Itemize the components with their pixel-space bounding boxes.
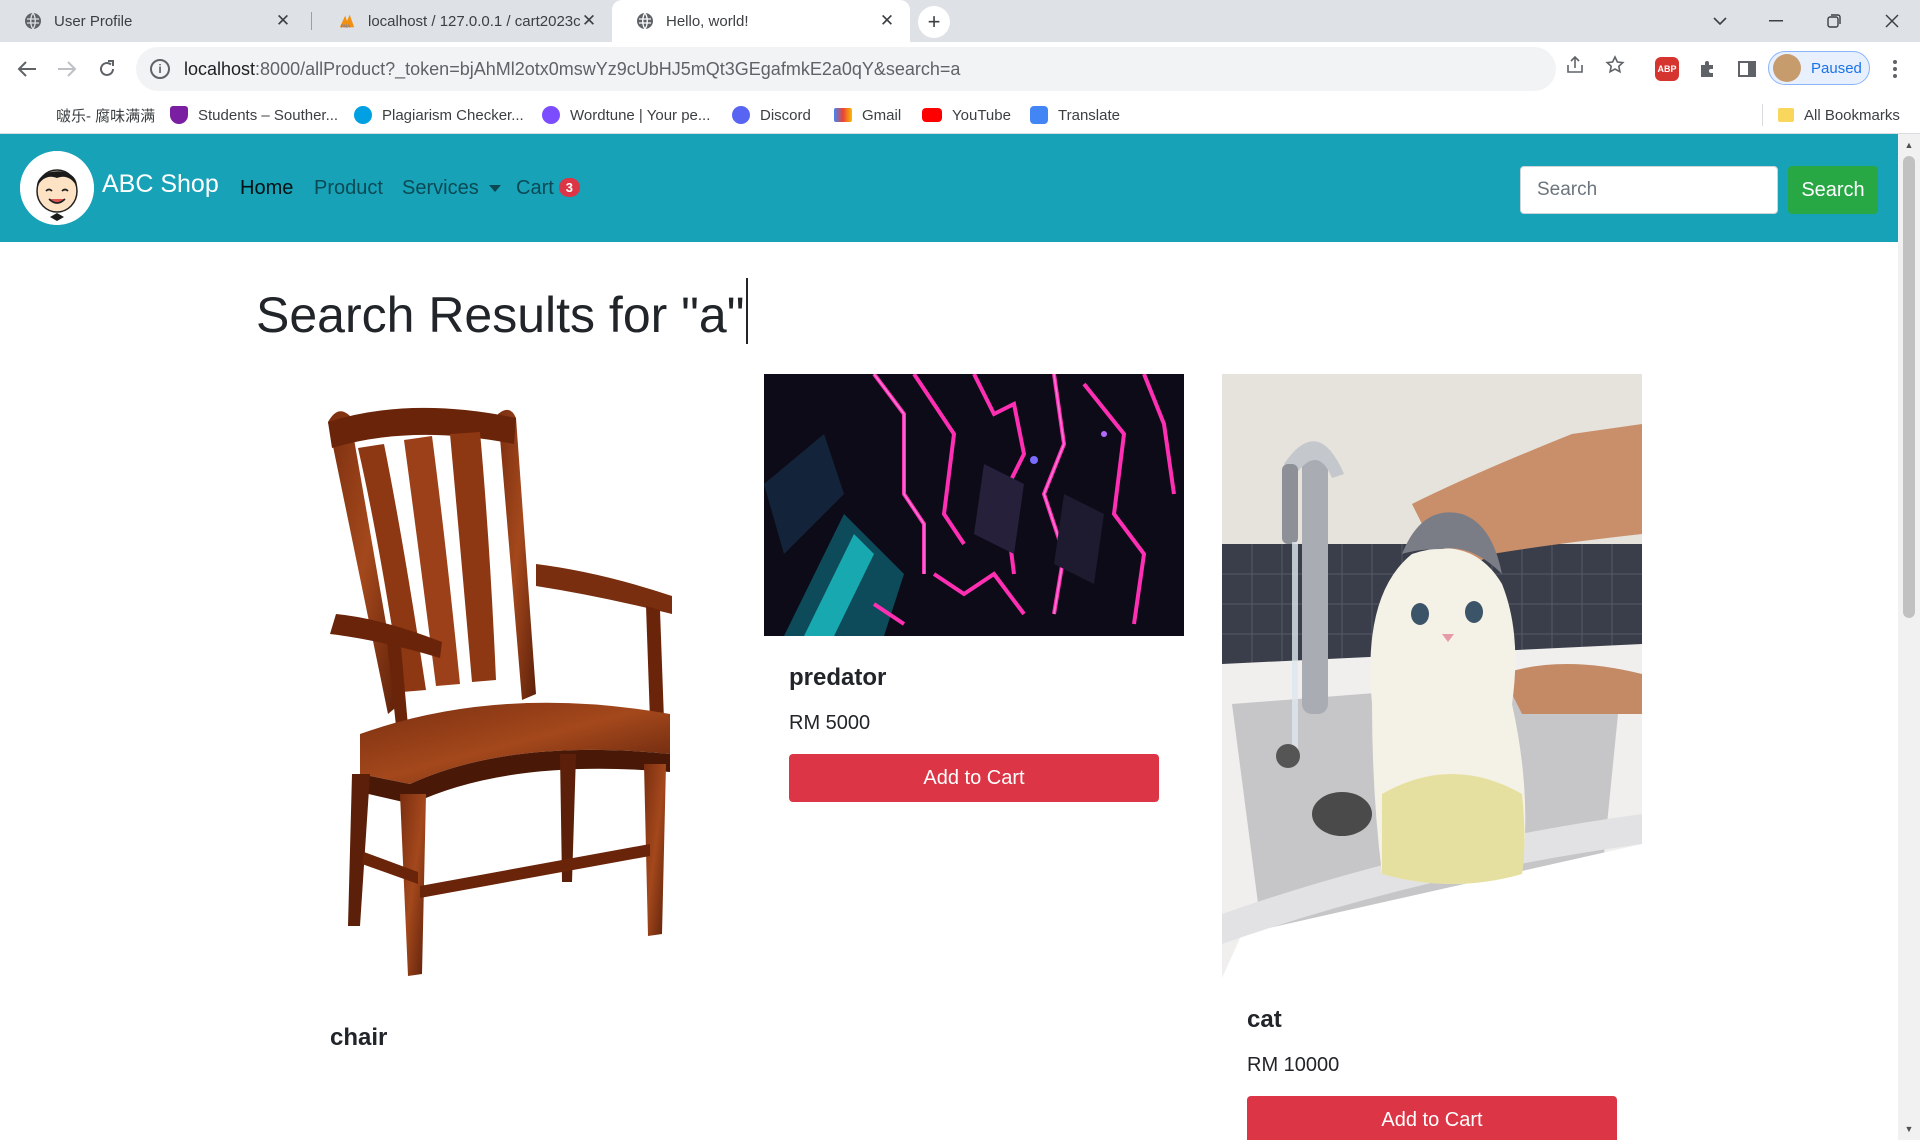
page-title: Search Results for "a" (256, 278, 749, 344)
tab-title: Hello, world! (666, 12, 749, 30)
nav-cart-label: Cart (516, 177, 554, 199)
discord-icon (732, 106, 750, 124)
adblock-plus-icon[interactable]: ABP (1654, 56, 1680, 82)
bookmark-favicon-icon (28, 106, 46, 124)
bookmark-item[interactable]: Translate (1030, 104, 1120, 126)
bookmark-item[interactable]: YouTube (922, 104, 1011, 126)
close-tab-icon[interactable]: ✕ (878, 11, 896, 31)
tab-divider (311, 12, 312, 30)
forward-arrow-icon[interactable] (50, 52, 84, 86)
youtube-icon (922, 108, 942, 122)
globe-icon (24, 12, 42, 30)
close-tab-icon[interactable]: ✕ (274, 11, 292, 31)
svg-text:PMA: PMA (341, 24, 352, 30)
university-crest-icon (170, 106, 188, 124)
product-image-chair[interactable] (300, 374, 720, 980)
add-to-cart-button[interactable]: Add to Cart (1247, 1096, 1617, 1140)
scroll-down-arrow-icon[interactable]: ▼ (1898, 1120, 1920, 1138)
close-window-icon[interactable] (1864, 0, 1920, 42)
nav-product[interactable]: Product (314, 177, 383, 200)
profile-status: Paused (1811, 59, 1862, 77)
site-navbar: ABC Shop Home Product Services Cart 3 Sea… (0, 134, 1898, 242)
cart-count-badge: 3 (558, 178, 581, 197)
bookmarks-bar: 啵乐- 腐味满满 Students – Souther... Plagiaris… (0, 96, 1920, 134)
bookmark-item[interactable]: Discord (732, 104, 811, 126)
browser-tab-strip: User Profile ✕ PMA localhost / 127.0.0.1… (0, 0, 1920, 42)
phpmyadmin-icon: PMA (338, 12, 356, 30)
google-translate-icon (1030, 106, 1048, 124)
minimize-window-icon[interactable] (1748, 0, 1804, 42)
product-image-cat[interactable] (1222, 374, 1642, 978)
brand-name[interactable]: ABC Shop (102, 170, 219, 199)
product-card-cat: cat RM 10000 Add to Cart (1222, 374, 1642, 1140)
text-cursor (746, 278, 749, 344)
nav-services-label: Services (402, 177, 479, 199)
more-menu-icon[interactable] (1882, 56, 1908, 82)
bookmark-item[interactable]: Students – Souther... (170, 104, 338, 126)
site-info-icon[interactable]: i (150, 59, 170, 79)
plagiarism-checker-icon (354, 106, 372, 124)
product-price: RM 10000 (1247, 1054, 1340, 1076)
wordtune-icon (542, 106, 560, 124)
browser-toolbar: i localhost:8000/allProduct?_token=bjAhM… (0, 42, 1920, 96)
tab-user-profile[interactable]: User Profile ✕ (0, 0, 306, 42)
plus-icon: + (927, 9, 941, 34)
product-name: cat (1247, 1006, 1282, 1033)
scroll-up-arrow-icon[interactable]: ▲ (1898, 136, 1920, 154)
gmail-icon (834, 108, 852, 122)
bookmarks-divider (1762, 104, 1763, 126)
tab-title: User Profile (54, 12, 133, 30)
caret-down-icon (488, 185, 501, 193)
avatar (1773, 54, 1801, 82)
url-text: localhost:8000/allProduct?_token=bjAhMl2… (184, 58, 961, 79)
restore-window-icon[interactable] (1806, 0, 1862, 42)
bookmark-item[interactable]: Plagiarism Checker... (354, 104, 524, 126)
bookmark-item[interactable]: Wordtune | Your pe... (542, 104, 710, 126)
product-name: chair (330, 1024, 388, 1051)
brand-logo-icon[interactable] (20, 151, 94, 225)
close-tab-icon[interactable]: ✕ (580, 11, 598, 31)
tab-hello-world[interactable]: Hello, world! ✕ (612, 0, 910, 42)
share-icon[interactable] (1564, 54, 1586, 76)
nav-home[interactable]: Home (240, 177, 293, 200)
tab-phpmyadmin[interactable]: PMA localhost / 127.0.0.1 / cart2023c ✕ (314, 0, 612, 42)
search-button[interactable]: Search (1788, 166, 1878, 214)
nav-services-dropdown[interactable]: Services (402, 177, 501, 200)
extensions-puzzle-icon[interactable] (1694, 56, 1720, 82)
globe-icon (636, 12, 654, 30)
page-scrollbar[interactable]: ▲ ▼ (1898, 134, 1920, 1140)
tab-title: localhost / 127.0.0.1 / cart2023c (368, 12, 580, 30)
page-viewport: ABC Shop Home Product Services Cart 3 Sea… (0, 134, 1898, 1140)
side-panel-icon[interactable] (1734, 56, 1760, 82)
nav-cart[interactable]: Cart 3 (516, 177, 581, 200)
new-tab-button[interactable]: + (918, 6, 950, 38)
search-input[interactable] (1520, 166, 1778, 214)
product-card-predator: predator RM 5000 Add to Cart (764, 374, 1184, 814)
back-arrow-icon[interactable] (10, 52, 44, 86)
reload-icon[interactable] (90, 52, 124, 86)
bookmark-item[interactable]: Gmail (834, 104, 901, 126)
all-bookmarks[interactable]: All Bookmarks (1778, 104, 1900, 126)
add-to-cart-button[interactable]: Add to Cart (789, 754, 1159, 802)
product-image-predator[interactable] (764, 374, 1184, 636)
product-price: RM 5000 (789, 712, 871, 734)
bookmark-item[interactable]: 啵乐- 腐味满满 (28, 104, 155, 126)
scrollbar-thumb[interactable] (1903, 156, 1915, 618)
folder-icon (1778, 108, 1794, 122)
product-card-chair: chair (300, 374, 720, 1140)
product-name: predator (789, 664, 887, 691)
tab-search-chevron-icon[interactable] (1692, 0, 1748, 42)
bookmark-star-icon[interactable] (1604, 54, 1626, 76)
address-bar[interactable]: i localhost:8000/allProduct?_token=bjAhM… (136, 47, 1556, 91)
profile-button[interactable]: Paused (1768, 51, 1870, 85)
